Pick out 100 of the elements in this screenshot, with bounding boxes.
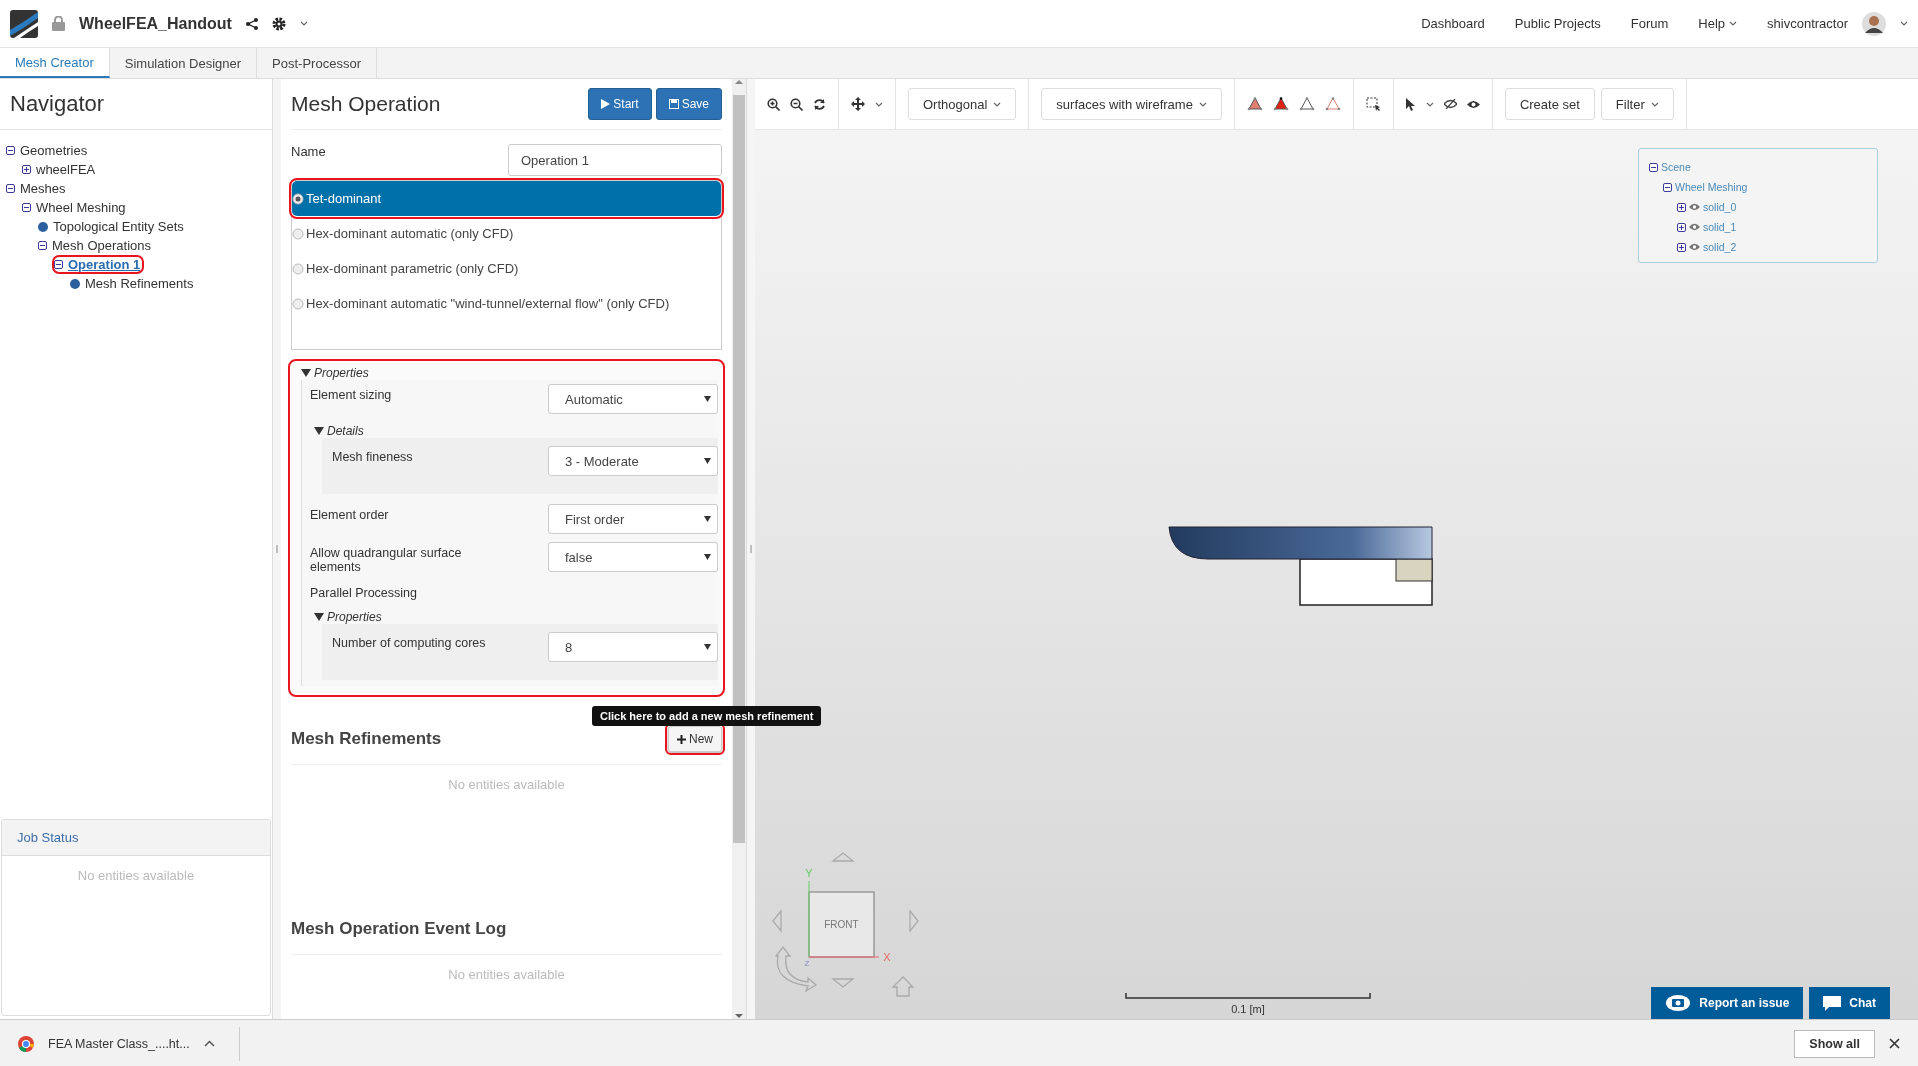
tab[interactable]: Mesh Creator [0, 48, 110, 78]
scene-item[interactable]: solid_2 [1703, 241, 1737, 253]
expand-icon[interactable] [1677, 242, 1686, 252]
visibility-icon[interactable] [1689, 223, 1700, 231]
collapse-icon[interactable] [1649, 162, 1658, 172]
share-icon[interactable] [245, 17, 258, 30]
tree-item[interactable]: Meshes [20, 181, 66, 196]
view-mode-icon[interactable] [1246, 97, 1263, 111]
radio-option[interactable]: Tet-dominant [292, 181, 721, 216]
nav-link[interactable]: Dashboard [1421, 16, 1485, 31]
select-field[interactable]: 3 - Moderate [548, 446, 718, 476]
projection-dropdown[interactable]: Orthogonal [908, 88, 1017, 120]
scene-item[interactable]: Scene [1661, 161, 1691, 173]
collapse-icon[interactable] [6, 146, 15, 155]
close-icon[interactable] [1889, 1038, 1900, 1049]
field-label: Parallel Processing [310, 585, 418, 600]
visibility-icon[interactable] [1689, 243, 1700, 251]
select-field[interactable]: First order [548, 504, 718, 534]
tree-item[interactable]: wheelFEA [36, 162, 96, 177]
chat-bubble-icon [1823, 995, 1842, 1011]
view-mode-icon[interactable] [1324, 97, 1341, 111]
radio-option[interactable]: Hex-dominant automatic (only CFD) [292, 216, 721, 251]
field-label: Name [291, 144, 326, 161]
scene-item[interactable]: Wheel Meshing [1675, 181, 1748, 193]
view-cube-label: FRONT [824, 919, 859, 930]
field-label: Allow quadrangular surface elements [310, 545, 463, 574]
caret-icon [1729, 21, 1738, 26]
collapse-icon[interactable] [38, 241, 47, 250]
select-field[interactable]: Automatic [548, 384, 718, 414]
select-field[interactable]: false [548, 542, 718, 572]
zoom-in-icon[interactable] [767, 97, 780, 111]
group-title[interactable]: Properties [327, 610, 382, 624]
collapse-icon[interactable] [1663, 182, 1672, 192]
show-all-button[interactable]: Show all [1794, 1029, 1875, 1058]
expand-icon[interactable] [22, 165, 31, 174]
collapse-icon[interactable] [54, 260, 63, 269]
new-button[interactable]: New [668, 726, 722, 752]
tree-item[interactable]: Geometries [20, 143, 88, 158]
hide-icon[interactable] [1443, 99, 1457, 109]
caret-icon [1900, 21, 1908, 26]
settings-icon[interactable] [271, 16, 286, 31]
save-button[interactable]: Save [655, 88, 722, 120]
expand-icon[interactable] [1677, 202, 1686, 212]
radio-icon [292, 262, 304, 275]
tree-item[interactable]: Operation 1 [68, 257, 141, 272]
radio-icon [292, 192, 304, 205]
filter-dropdown[interactable]: Filter [1600, 88, 1674, 120]
field-label: Element sizing [310, 387, 393, 402]
username[interactable]: shivcontractor [1767, 16, 1848, 31]
radio-option[interactable]: Hex-dominant parametric (only CFD) [292, 251, 721, 286]
radio-icon [292, 297, 304, 310]
section-title[interactable]: Properties [314, 366, 369, 380]
nav-link[interactable]: Forum [1630, 16, 1669, 31]
triangle-icon[interactable] [314, 426, 324, 436]
panel-title: Mesh Operation [291, 92, 442, 116]
group-title[interactable]: Details [327, 424, 364, 438]
start-button[interactable]: Start [588, 88, 652, 120]
play-icon [601, 99, 611, 109]
chevron-up-icon[interactable] [203, 1040, 215, 1047]
expand-icon[interactable] [1677, 222, 1686, 232]
box-select-icon[interactable] [1365, 97, 1381, 111]
tree-item[interactable]: Topological Entity Sets [53, 219, 184, 234]
resize-handle[interactable] [275, 545, 279, 553]
tree-item[interactable]: Wheel Meshing [36, 200, 126, 215]
name-field[interactable]: Operation 1 [508, 144, 722, 176]
triangle-icon[interactable] [301, 368, 311, 378]
collapse-icon[interactable] [6, 184, 15, 193]
download-file[interactable]: FEA Master Class_....ht... [48, 1036, 190, 1051]
scene-item[interactable]: solid_0 [1703, 201, 1737, 213]
view-mode-icon[interactable] [1272, 97, 1289, 111]
refresh-icon[interactable] [813, 97, 826, 111]
empty-message: No entities available [447, 966, 566, 984]
section-title: Mesh Refinements [291, 729, 443, 749]
avatar-icon[interactable] [1862, 11, 1886, 36]
nav-link[interactable]: Public Projects [1514, 16, 1601, 31]
resize-handle[interactable] [749, 545, 753, 553]
tree-item[interactable]: Mesh Refinements [85, 276, 194, 291]
report-issue-button[interactable]: Report an issue [1651, 987, 1804, 1019]
radio-option[interactable]: Hex-dominant automatic "wind-tunnel/external flow" (only CFD) [292, 286, 721, 321]
select-field[interactable]: 8 [548, 632, 718, 662]
scene-item[interactable]: solid_1 [1703, 221, 1737, 233]
create-set-button[interactable]: Create set [1504, 88, 1595, 120]
panel-header[interactable]: Job Status [2, 820, 270, 856]
tree-item[interactable]: Mesh Operations [52, 238, 151, 253]
triangle-icon[interactable] [314, 612, 324, 622]
chat-button[interactable]: Chat [1809, 987, 1890, 1019]
eye-icon[interactable] [1466, 99, 1480, 109]
camera-icon [1665, 994, 1692, 1012]
pointer-icon[interactable] [1405, 97, 1416, 111]
nav-link[interactable]: Help [1698, 16, 1726, 31]
caret-icon [299, 21, 308, 26]
collapse-icon[interactable] [22, 203, 31, 212]
caret-icon [1198, 101, 1207, 107]
move-icon[interactable] [851, 97, 865, 111]
zoom-out-icon[interactable] [790, 97, 803, 111]
visibility-icon[interactable] [1689, 203, 1700, 211]
logo-icon[interactable] [10, 9, 38, 38]
tooltip: Click here to add a new mesh refinement [592, 706, 822, 726]
render-mode-dropdown[interactable]: surfaces with wireframe [1041, 88, 1222, 120]
view-mode-icon[interactable] [1298, 97, 1315, 111]
